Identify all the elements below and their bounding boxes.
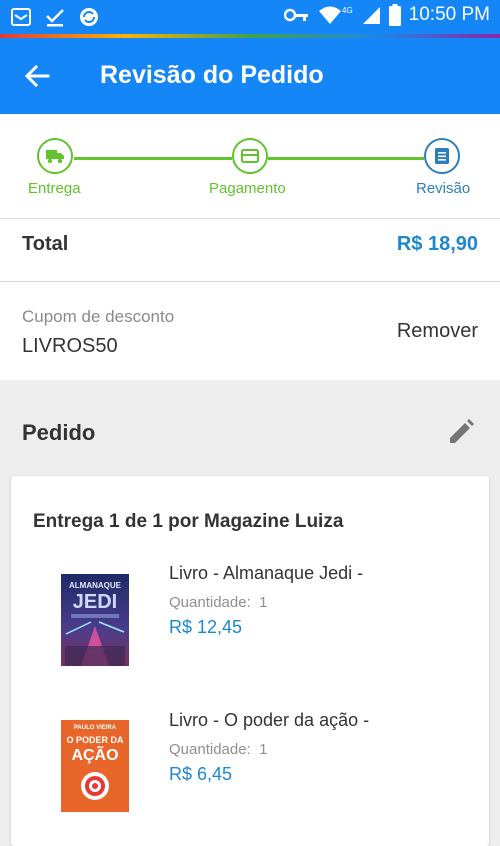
cover-title-jedi: JEDI xyxy=(73,591,117,613)
quantity-value: 1 xyxy=(259,594,268,611)
cover-author: PAULO VIEIRA xyxy=(74,725,117,731)
total-row: Total R$ 18,90 xyxy=(0,219,500,282)
quantity-value: 1 xyxy=(259,741,268,758)
total-label: Total xyxy=(22,233,69,255)
status-bar: 4G 10:50 PM xyxy=(0,0,500,34)
quantity-label: Quantidade: xyxy=(169,594,251,611)
network-type: 4G xyxy=(342,5,353,15)
step-connector xyxy=(268,157,424,160)
page-title: Revisão do Pedido xyxy=(100,61,324,89)
step-pagamento[interactable] xyxy=(232,138,268,174)
item-price: R$ 6,45 xyxy=(169,764,233,784)
item-quantity: Quantidade: 1 xyxy=(169,594,267,611)
delivery-card: Entrega 1 de 1 por Magazine Luiza ALMANA… xyxy=(11,476,489,846)
quantity-label: Quantidade: xyxy=(169,741,251,758)
item-price: R$ 12,45 xyxy=(169,617,243,637)
battery-icon xyxy=(388,4,401,26)
truck-icon xyxy=(46,150,64,164)
key-icon xyxy=(284,8,308,22)
card-icon xyxy=(241,149,259,163)
coupon-code: LIVROS50 xyxy=(22,335,118,357)
edit-order-button[interactable] xyxy=(446,417,476,447)
step-entrega[interactable] xyxy=(37,138,73,174)
order-item[interactable]: PAULO VIEIRA O PODER DA AÇÃO Livro - O p… xyxy=(11,710,489,840)
clock: 10:50 PM xyxy=(408,4,490,25)
app-bar: Revisão do Pedido xyxy=(0,38,500,114)
cover-title-line1: O PODER DA xyxy=(66,735,124,745)
delivery-title: Entrega 1 de 1 por Magazine Luiza xyxy=(33,511,344,532)
step-revisao[interactable] xyxy=(424,138,460,174)
item-quantity: Quantidade: 1 xyxy=(169,741,267,758)
book-cover-o-poder-da-acao: PAULO VIEIRA O PODER DA AÇÃO xyxy=(61,720,129,812)
list-icon xyxy=(435,148,449,164)
step-connector xyxy=(74,157,232,160)
remove-coupon-button[interactable]: Remover xyxy=(397,320,478,343)
step-label-revisao: Revisão xyxy=(416,180,471,197)
total-value: R$ 18,90 xyxy=(396,233,478,255)
step-label-entrega: Entrega xyxy=(28,180,81,197)
item-name: Livro - Almanaque Jedi - xyxy=(169,563,364,583)
signal-icon xyxy=(362,7,380,24)
cover-title-almanaque: ALMANAQUE xyxy=(69,581,122,590)
wifi-icon xyxy=(319,6,341,24)
sync-icon xyxy=(80,8,98,26)
arrow-back-icon xyxy=(24,64,50,88)
checkout-stepper: Entrega Pagamento Revisão xyxy=(0,114,500,219)
coupon-row: Cupom de desconto LIVROS50 Remover xyxy=(0,282,500,380)
download-done-icon xyxy=(46,9,64,27)
cover-title-line2: AÇÃO xyxy=(71,744,118,764)
item-name: Livro - O poder da ação - xyxy=(169,710,370,730)
pencil-icon xyxy=(450,419,474,443)
order-item[interactable]: ALMANAQUE JEDI Livro - Almanaque Jedi - … xyxy=(11,563,489,693)
coupon-label: Cupom de desconto xyxy=(22,307,175,326)
order-section-title: Pedido xyxy=(22,420,96,445)
gallery-icon xyxy=(11,8,31,26)
book-cover-almanaque-jedi: ALMANAQUE JEDI xyxy=(61,574,129,666)
step-label-pagamento: Pagamento xyxy=(209,180,286,197)
back-button[interactable] xyxy=(22,60,54,92)
